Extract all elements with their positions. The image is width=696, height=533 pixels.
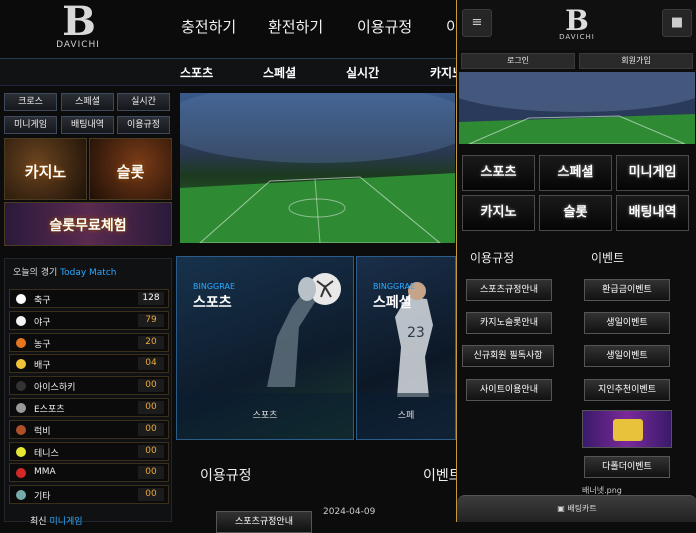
mobile-side-panel: ≡ B DAVICHI ■ 로그인 회원가입 스포츠 스페셜 미니게임 카지노 … <box>456 0 696 522</box>
casino-tile[interactable]: 카지노 <box>4 138 87 200</box>
bottom-latest: 최신 미니게임 <box>30 517 83 527</box>
match-row[interactable]: 테니스 00 <box>9 441 169 461</box>
sport-icon <box>16 446 26 457</box>
sport-icon <box>16 359 26 370</box>
today-match-panel: 오늘의 경기 Today Match 축구 128 야구 79 농구 20 배구 04 아이스하… <box>4 258 172 522</box>
special-card[interactable]: 23 BINGGRAE 스페셜 스페 <box>356 256 456 440</box>
sport-name: 럭비 <box>34 426 51 437</box>
match-row[interactable]: E스포츠 00 <box>9 398 169 417</box>
notice-date: 2024-04-09 <box>323 507 376 517</box>
nav-rules[interactable]: 이용규정 <box>357 16 412 37</box>
subnav-sports[interactable]: 스포츠 <box>180 64 213 81</box>
match-count: 00 <box>138 422 164 436</box>
panel-btn-minigame[interactable]: 미니게임 <box>616 155 689 191</box>
match-row[interactable]: 아이스하키 00 <box>9 376 169 396</box>
event-link-multifolder[interactable]: 다폴더이벤트 <box>584 456 670 478</box>
match-count: 00 <box>138 401 164 414</box>
game-cards: BINGGRAE 스포츠 스포츠 23 BINGGRAE 스페셜 스페 <box>176 256 456 440</box>
event-banner[interactable] <box>582 410 672 448</box>
left-btn-cross[interactable]: 크로스 <box>4 93 57 111</box>
rule-link-casino[interactable]: 카지노슬롯안내 <box>466 312 552 334</box>
svg-text:23: 23 <box>407 325 425 341</box>
sports-card[interactable]: BINGGRAE 스포츠 스포츠 <box>176 256 354 440</box>
left-btn-bet-history[interactable]: 배팅내역 <box>61 116 114 134</box>
match-row[interactable]: MMA 00 <box>9 463 169 483</box>
match-row[interactable]: 야구 79 <box>9 310 169 330</box>
panel-btn-casino[interactable]: 카지노 <box>462 195 535 231</box>
rule-link-newmember[interactable]: 신규회원 필독사항 <box>462 345 554 367</box>
goalkeeper-graphic <box>267 273 341 387</box>
match-count: 00 <box>138 379 164 393</box>
today-match-title: 오늘의 경기 Today Match <box>13 268 117 278</box>
panel-stadium-image <box>459 72 695 144</box>
site-logo[interactable]: B DAVICHI <box>48 2 108 58</box>
sport-name: 농구 <box>34 339 51 350</box>
panel-rules-title: 이용규정 <box>470 251 515 265</box>
banner-graphic <box>613 419 643 441</box>
sport-icon <box>16 294 26 304</box>
sport-icon <box>16 337 26 348</box>
subnav-live[interactable]: 실시간 <box>346 64 379 81</box>
sport-name: 테니스 <box>34 448 59 459</box>
match-count: 128 <box>138 292 164 305</box>
event-link-refund[interactable]: 환급금이벤트 <box>584 279 670 301</box>
panel-header: ≡ B DAVICHI ■ <box>457 0 696 50</box>
match-count: 00 <box>138 488 164 502</box>
panel-btn-sports[interactable]: 스포츠 <box>462 155 535 191</box>
match-count: 00 <box>138 444 164 458</box>
panel-events-title: 이벤트 <box>591 251 625 265</box>
left-btn-rules[interactable]: 이용규정 <box>117 116 170 134</box>
panel-logo[interactable]: B DAVICHI <box>554 6 600 42</box>
nav-deposit[interactable]: 충전하기 <box>181 16 236 37</box>
cart-icon: ▣ <box>557 504 565 513</box>
panel-btn-special[interactable]: 스페셜 <box>539 155 612 191</box>
sport-name: 배구 <box>34 361 51 372</box>
user-icon[interactable]: ■ <box>662 9 692 37</box>
sport-name: 야구 <box>34 317 51 328</box>
sport-name: MMA <box>34 467 56 478</box>
match-row[interactable]: 축구 128 <box>9 289 169 308</box>
sport-icon <box>16 381 26 392</box>
rule-link-site[interactable]: 사이트이용안내 <box>466 379 552 401</box>
bet-cart-bar[interactable]: ▣ 배팅카트 <box>457 495 696 522</box>
event-link-referral[interactable]: 지인추천이벤트 <box>584 379 670 401</box>
rule-link-sports[interactable]: 스포츠규정안내 <box>466 279 552 301</box>
sport-name: 아이스하키 <box>34 383 76 394</box>
match-row[interactable]: 럭비 00 <box>9 419 169 439</box>
panel-btn-slot[interactable]: 슬롯 <box>539 195 612 231</box>
left-btn-live[interactable]: 실시간 <box>117 93 170 111</box>
menu-icon[interactable]: ≡ <box>462 9 492 37</box>
slot-free-tile[interactable]: 슬롯무료체험 <box>4 202 172 246</box>
sport-icon <box>16 315 26 326</box>
left-btn-minigame[interactable]: 미니게임 <box>4 116 57 134</box>
nav-withdraw[interactable]: 환전하기 <box>268 16 323 37</box>
slot-tile[interactable]: 슬롯 <box>89 138 172 200</box>
match-count: 79 <box>138 313 164 327</box>
match-row[interactable]: 배구 04 <box>9 354 169 374</box>
sport-name: 축구 <box>34 296 51 306</box>
match-count: 20 <box>138 335 164 349</box>
signup-button[interactable]: 회원가입 <box>579 53 693 69</box>
event-link-birthday[interactable]: 생일이벤트 <box>584 312 670 334</box>
match-row[interactable]: 농구 20 <box>9 332 169 352</box>
hero-stadium-image <box>180 93 455 243</box>
sport-icon <box>16 490 26 501</box>
match-count: 04 <box>138 357 164 371</box>
sport-name: E스포츠 <box>34 405 65 415</box>
sport-icon <box>16 468 26 479</box>
sport-name: 기타 <box>34 492 51 503</box>
sport-icon <box>16 403 26 413</box>
panel-btn-bet-history[interactable]: 배팅내역 <box>616 195 689 231</box>
main-rules-title: 이용규정 <box>200 468 252 484</box>
event-link-birthday-2[interactable]: 생일이벤트 <box>584 345 670 367</box>
main-rule-button[interactable]: 스포츠규정안내 <box>216 511 312 533</box>
login-button[interactable]: 로그인 <box>461 53 575 69</box>
sport-icon <box>16 424 26 435</box>
match-count: 00 <box>138 466 164 480</box>
match-row[interactable]: 기타 00 <box>9 485 169 505</box>
left-btn-special[interactable]: 스페셜 <box>61 93 114 111</box>
subnav-special[interactable]: 스페셜 <box>263 64 296 81</box>
